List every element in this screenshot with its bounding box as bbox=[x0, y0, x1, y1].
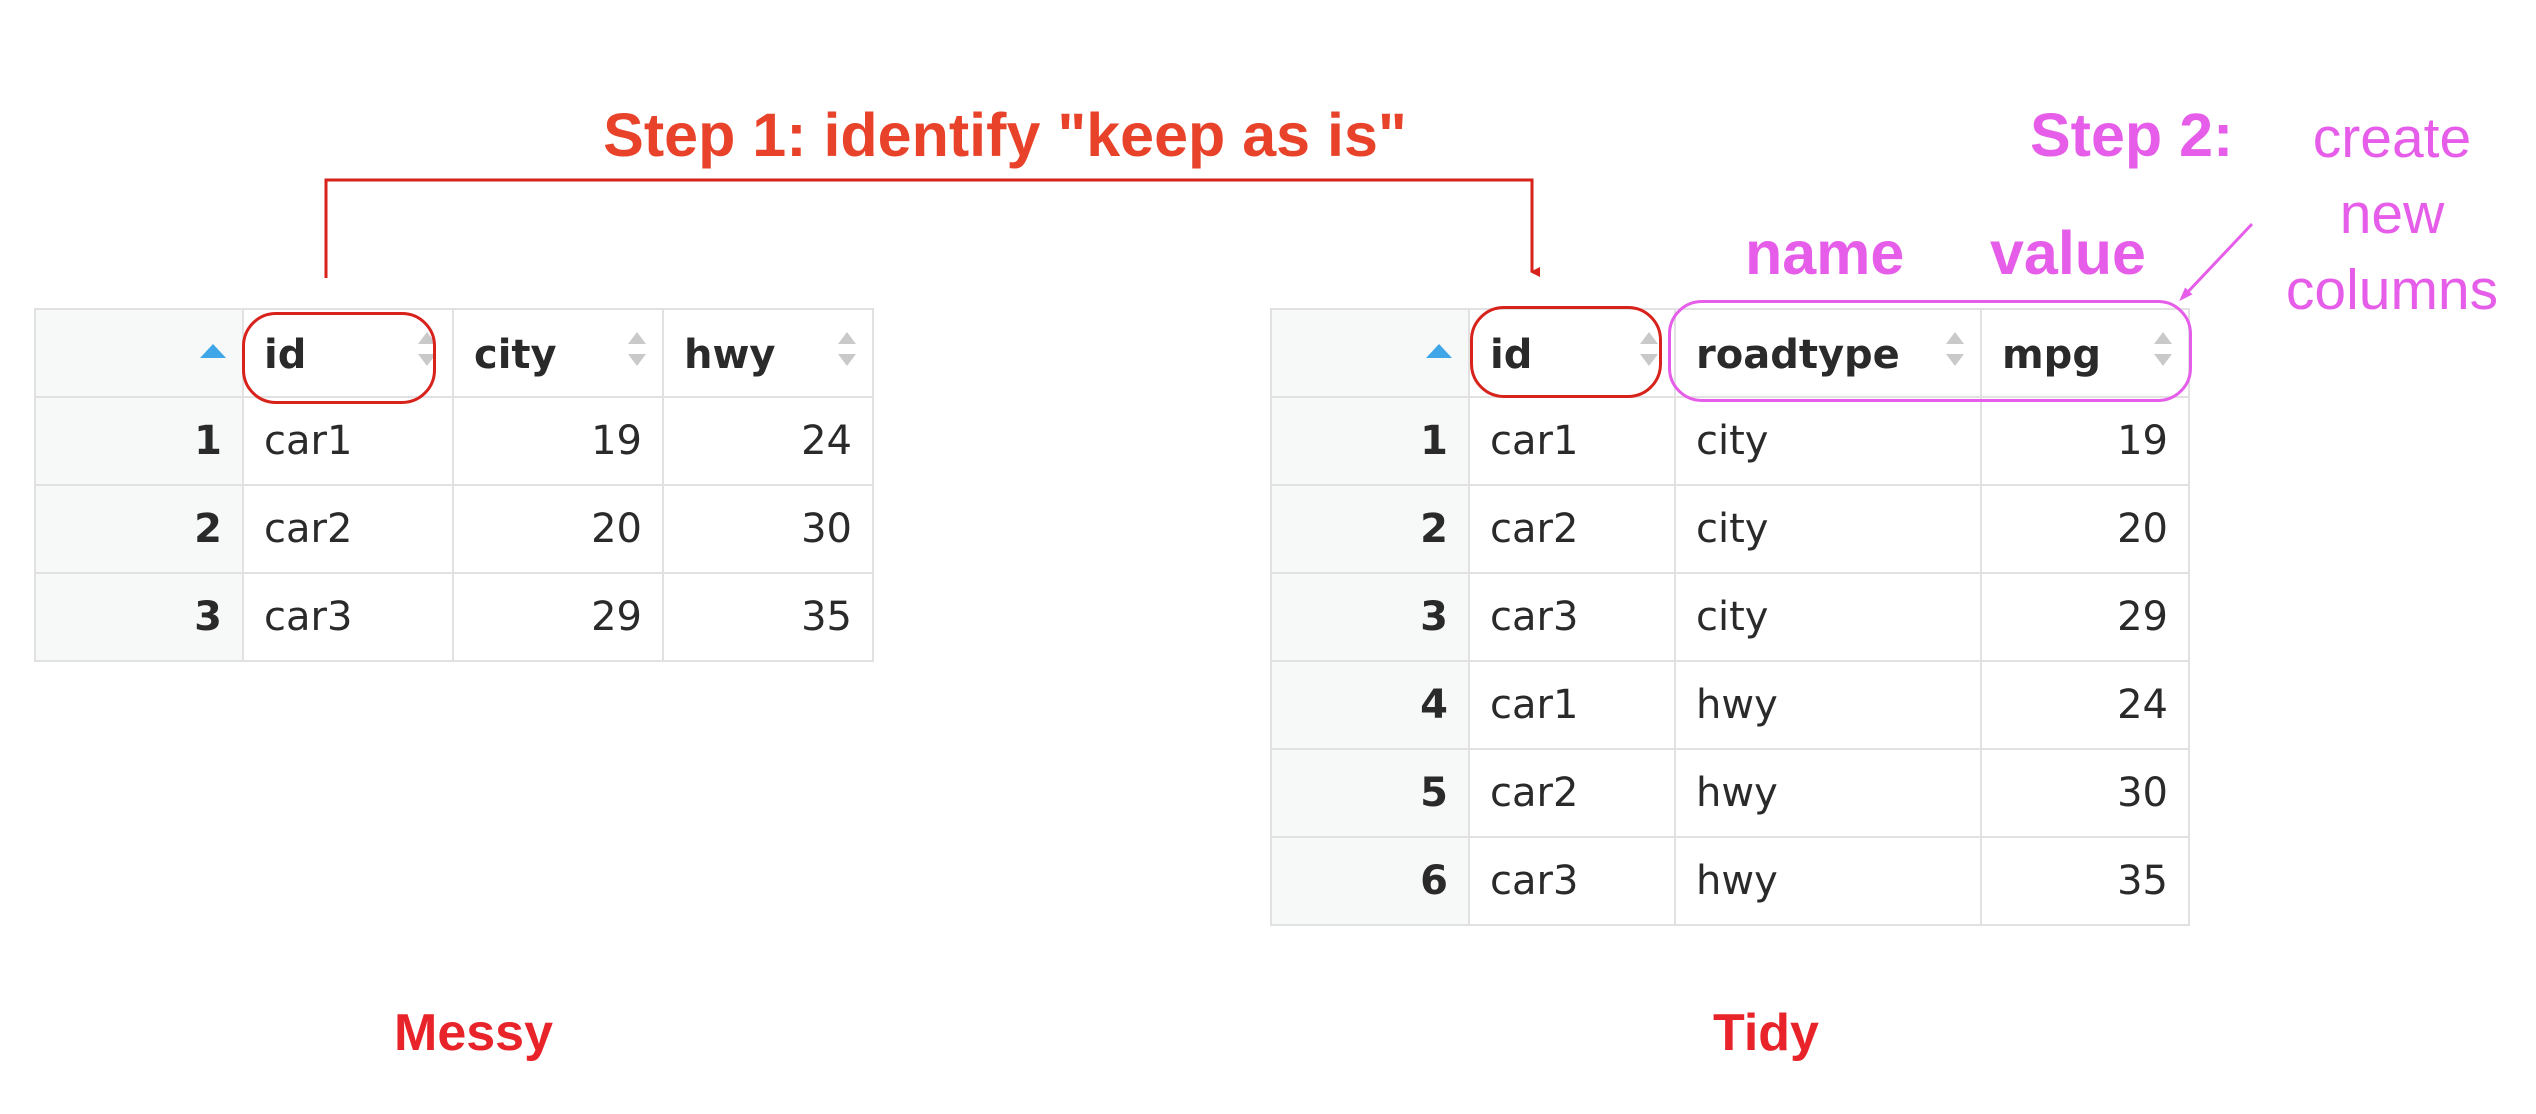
row-number: 1 bbox=[1270, 396, 1470, 486]
messy-table: id city hwy 1 car1 19 24 2 car2 20 30 3 … bbox=[34, 308, 874, 662]
row-number: 2 bbox=[34, 484, 244, 574]
cell-id: car1 bbox=[242, 396, 454, 486]
messy-rownum-header[interactable] bbox=[34, 308, 244, 398]
cell-id: car3 bbox=[1468, 836, 1676, 926]
table-row: 5 car2 hwy 30 bbox=[1270, 748, 2190, 838]
messy-caption: Messy bbox=[394, 1004, 553, 1062]
step1-connector bbox=[324, 178, 1540, 278]
table-row: 1 car1 19 24 bbox=[34, 396, 874, 486]
table-row: 3 car3 29 35 bbox=[34, 572, 874, 662]
cell-mpg: 29 bbox=[1980, 572, 2190, 662]
table-row: 3 car3 city 29 bbox=[1270, 572, 2190, 662]
tidy-rownum-header[interactable] bbox=[1270, 308, 1470, 398]
cell-id: car3 bbox=[1468, 572, 1676, 662]
cell-id: car2 bbox=[1468, 484, 1676, 574]
table-row: 1 car1 city 19 bbox=[1270, 396, 2190, 486]
cell-mpg: 35 bbox=[1980, 836, 2190, 926]
tidy-id-highlight bbox=[1470, 306, 1662, 398]
table-row: 2 car2 city 20 bbox=[1270, 484, 2190, 574]
cell-id: car2 bbox=[1468, 748, 1676, 838]
cell-city: 20 bbox=[452, 484, 664, 574]
cell-roadtype: city bbox=[1674, 484, 1982, 574]
row-number: 2 bbox=[1270, 484, 1470, 574]
sort-icon bbox=[838, 332, 856, 366]
cell-id: car1 bbox=[1468, 396, 1676, 486]
cell-hwy: 24 bbox=[662, 396, 874, 486]
row-number: 3 bbox=[34, 572, 244, 662]
cell-roadtype: hwy bbox=[1674, 836, 1982, 926]
cell-mpg: 30 bbox=[1980, 748, 2190, 838]
table-row: 4 car1 hwy 24 bbox=[1270, 660, 2190, 750]
sort-icon bbox=[628, 332, 646, 366]
cell-roadtype: hwy bbox=[1674, 660, 1982, 750]
table-row: 2 car2 20 30 bbox=[34, 484, 874, 574]
tidy-caption: Tidy bbox=[1713, 1004, 1819, 1062]
sort-ascending-icon bbox=[200, 344, 226, 358]
cell-city: 19 bbox=[452, 396, 664, 486]
messy-header-city[interactable]: city bbox=[452, 308, 664, 398]
cell-id: car3 bbox=[242, 572, 454, 662]
sort-ascending-icon bbox=[1426, 344, 1452, 358]
row-number: 4 bbox=[1270, 660, 1470, 750]
cell-mpg: 24 bbox=[1980, 660, 2190, 750]
cell-mpg: 19 bbox=[1980, 396, 2190, 486]
cell-roadtype: city bbox=[1674, 572, 1982, 662]
new-columns-highlight bbox=[1668, 300, 2192, 402]
row-number: 6 bbox=[1270, 836, 1470, 926]
cell-hwy: 35 bbox=[662, 572, 874, 662]
row-number: 3 bbox=[1270, 572, 1470, 662]
cell-id: car1 bbox=[1468, 660, 1676, 750]
cell-hwy: 30 bbox=[662, 484, 874, 574]
messy-header-hwy[interactable]: hwy bbox=[662, 308, 874, 398]
cell-city: 29 bbox=[452, 572, 664, 662]
table-row: 6 car3 hwy 35 bbox=[1270, 836, 2190, 926]
row-number: 5 bbox=[1270, 748, 1470, 838]
cell-roadtype: hwy bbox=[1674, 748, 1982, 838]
cell-roadtype: city bbox=[1674, 396, 1982, 486]
cell-id: car2 bbox=[242, 484, 454, 574]
messy-id-highlight bbox=[242, 312, 436, 404]
cell-mpg: 20 bbox=[1980, 484, 2190, 574]
step2-pointer bbox=[2179, 222, 2254, 302]
row-number: 1 bbox=[34, 396, 244, 486]
